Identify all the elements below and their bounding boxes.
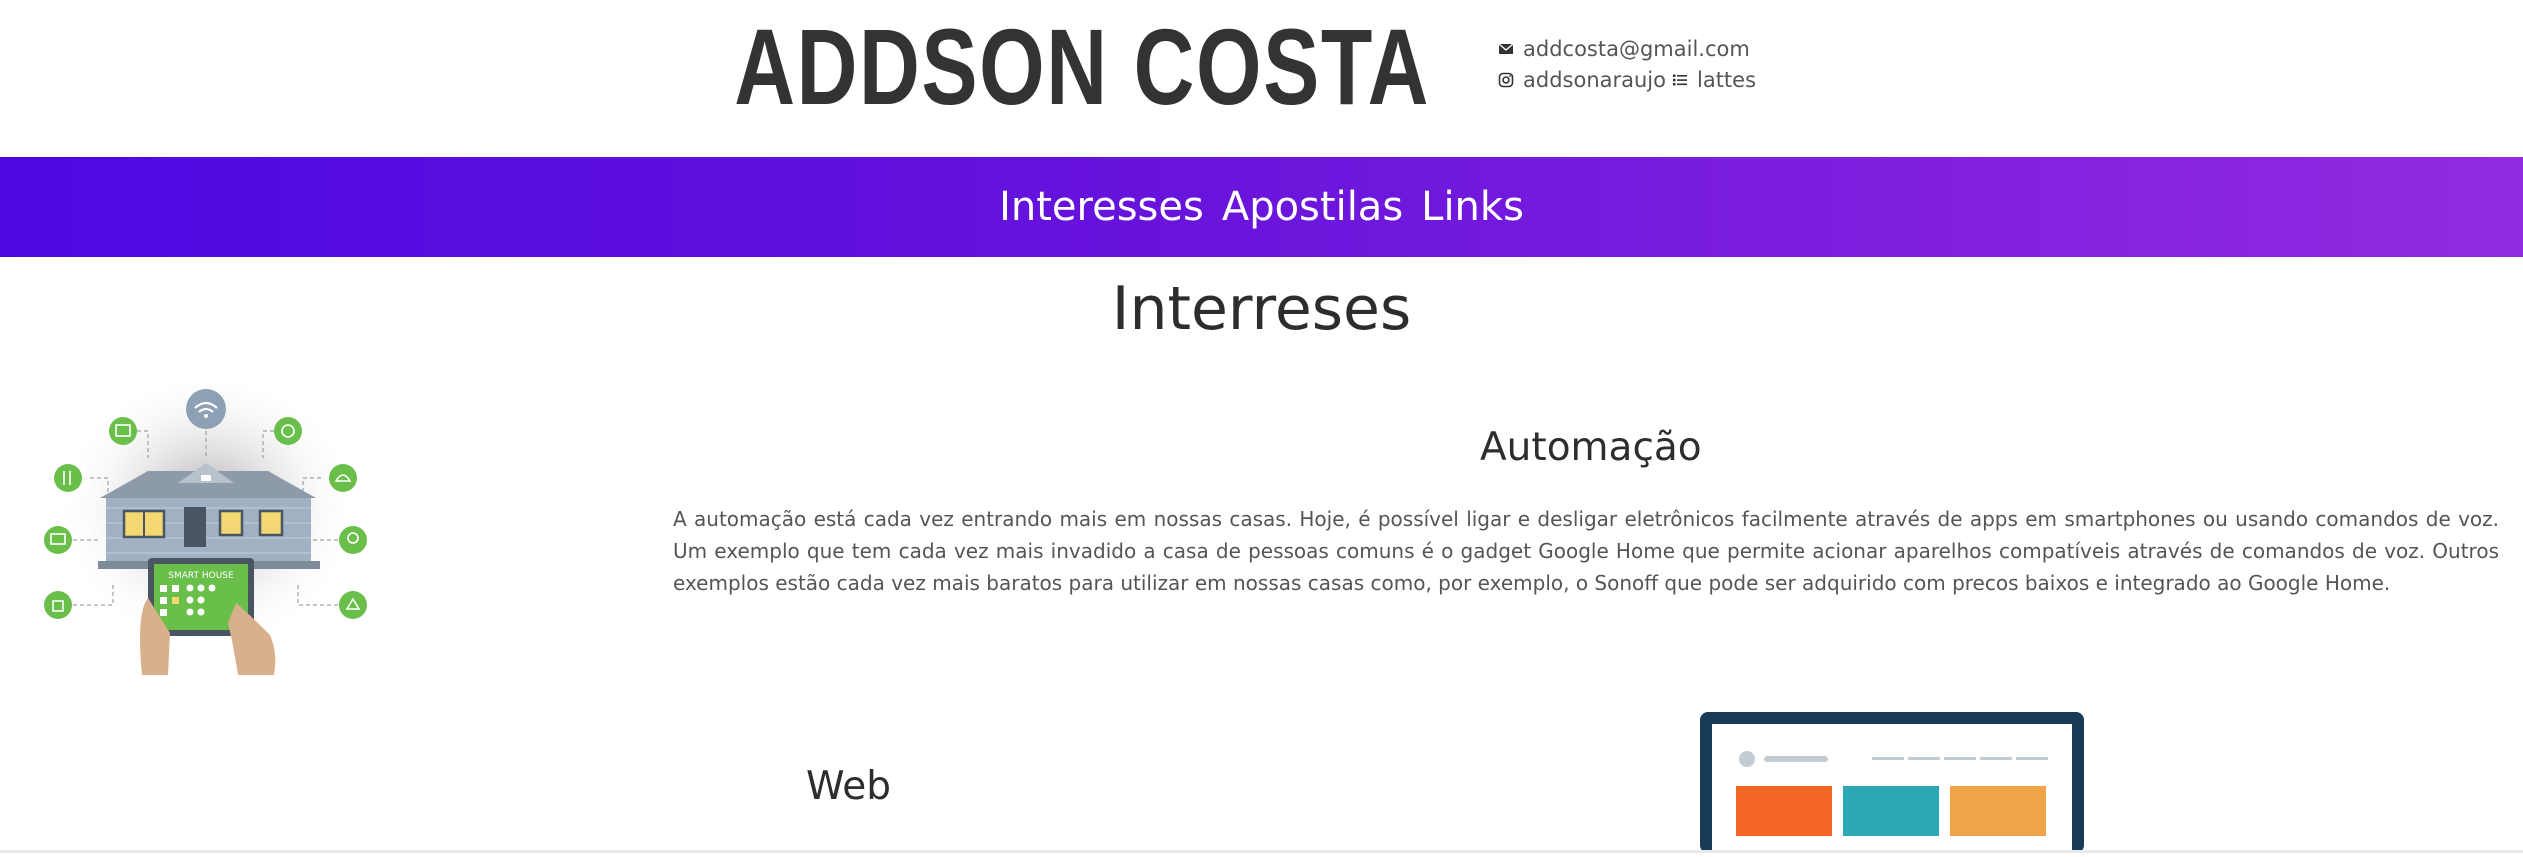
site-header: ADDSON COSTA addcosta@gmail.com addsonar… (0, 0, 2523, 157)
nav-item-interesses[interactable]: Interesses (999, 184, 1204, 230)
lattes-link[interactable]: lattes (1697, 68, 1756, 92)
envelope-icon (1498, 41, 1514, 57)
tablet-label: SMART HOUSE (168, 571, 234, 581)
email-link[interactable]: addcosta@gmail.com (1523, 37, 1750, 61)
section-heading-automacao: Automação (1480, 425, 1702, 470)
email-row: addcosta@gmail.com (1498, 33, 1756, 64)
section-heading-web: Web (806, 764, 892, 809)
site-brand[interactable]: ADDSON COSTA (734, 8, 1428, 126)
lattes-link-wrap[interactable]: lattes (1672, 68, 1756, 92)
nav-item-apostilas[interactable]: Apostilas (1222, 184, 1403, 230)
smart-house-illustration: SMART HOUSE (38, 383, 378, 675)
instagram-icon (1498, 72, 1514, 88)
list-icon (1672, 72, 1688, 88)
nav-item-links[interactable]: Links (1421, 184, 1524, 230)
main-nav: Interesses Apostilas Links (0, 157, 2523, 257)
instagram-link[interactable]: addsonaraujo (1523, 68, 1666, 92)
contact-info: addcosta@gmail.com addsonaraujo lattes (1498, 33, 1756, 95)
social-row: addsonaraujo lattes (1498, 64, 1756, 95)
automacao-text: A automação está cada vez entrando mais … (673, 507, 2499, 595)
web-illustration (1700, 712, 2084, 853)
page-title: Interreses (1111, 274, 1412, 344)
